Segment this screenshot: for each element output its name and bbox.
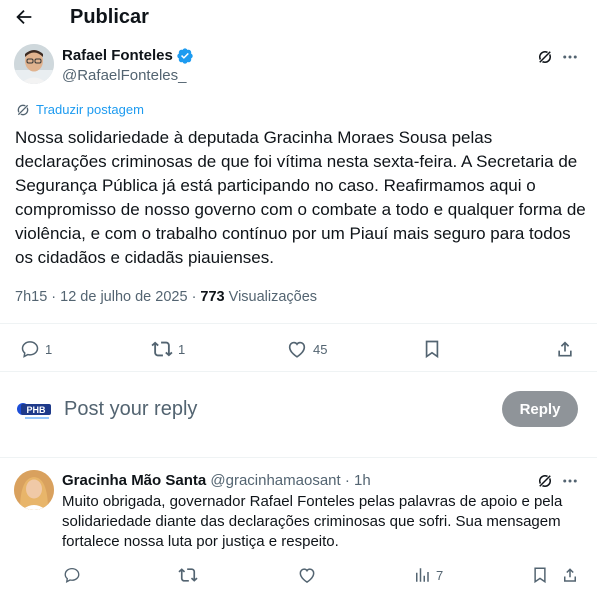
- page-title: Publicar: [70, 6, 149, 28]
- heart-icon: [286, 338, 308, 360]
- divider: [0, 323, 597, 324]
- bookmark-icon[interactable]: [530, 564, 550, 586]
- reply-icon[interactable]: [62, 565, 82, 585]
- author-handle[interactable]: @RafaelFonteles_: [62, 66, 186, 86]
- repost-count: 1: [178, 341, 186, 357]
- reply-author-avatar[interactable]: [14, 470, 54, 510]
- post-timestamp[interactable]: 7h15 · 12 de julho de 2025 ·: [15, 289, 200, 305]
- reply-author-name[interactable]: Gracinha Mão Santa: [62, 472, 206, 489]
- grok-icon[interactable]: [534, 46, 556, 68]
- grok-icon[interactable]: [534, 470, 556, 492]
- more-options-icon[interactable]: [558, 470, 582, 492]
- repost-action[interactable]: 1: [151, 338, 185, 360]
- reply-count: 1: [45, 341, 53, 357]
- like-action[interactable]: 45: [286, 338, 327, 360]
- views-label: Visualizações: [224, 289, 318, 305]
- repost-icon: [151, 338, 173, 360]
- logo-text: PHB: [26, 405, 46, 415]
- divider: [0, 457, 597, 458]
- repost-icon[interactable]: [177, 564, 199, 586]
- share-icon[interactable]: [554, 338, 576, 360]
- more-options-icon[interactable]: [558, 46, 582, 68]
- reply-author-handle[interactable]: @gracinhamaosant · 1h: [206, 472, 370, 489]
- divider: [0, 371, 597, 372]
- back-arrow-icon[interactable]: [8, 2, 40, 32]
- heart-icon[interactable]: [296, 564, 318, 586]
- reply-action[interactable]: 1: [20, 338, 52, 360]
- translate-link[interactable]: Traduzir postagem: [36, 102, 144, 118]
- reply-text: Muito obrigada, governador Rafael Fontel…: [62, 493, 563, 550]
- reply-input[interactable]: Post your reply: [64, 396, 197, 422]
- bookmark-icon[interactable]: [421, 338, 443, 360]
- verified-badge-icon: [176, 47, 194, 65]
- translate-icon[interactable]: [14, 101, 32, 119]
- user-avatar-logo: PHB: [15, 396, 53, 424]
- reply-button[interactable]: Reply: [502, 391, 578, 427]
- author-avatar[interactable]: [14, 44, 54, 84]
- views-count: 773: [200, 289, 225, 305]
- author-name[interactable]: Rafael Fonteles: [62, 46, 173, 66]
- like-count: 45: [313, 341, 328, 357]
- share-icon[interactable]: [560, 564, 580, 586]
- views-count: 7: [436, 567, 444, 583]
- post-text: Nossa solidariedade à deputada Gracinha …: [15, 128, 586, 267]
- views-action[interactable]: 7: [413, 564, 443, 586]
- reply-icon: [20, 339, 40, 359]
- analytics-icon: [413, 566, 431, 584]
- post-meta: 7h15 · 12 de julho de 2025 · 773 Visuali…: [15, 287, 317, 307]
- reply-author-line: Gracinha Mão Santa @gracinhamaosant · 1h: [62, 471, 371, 491]
